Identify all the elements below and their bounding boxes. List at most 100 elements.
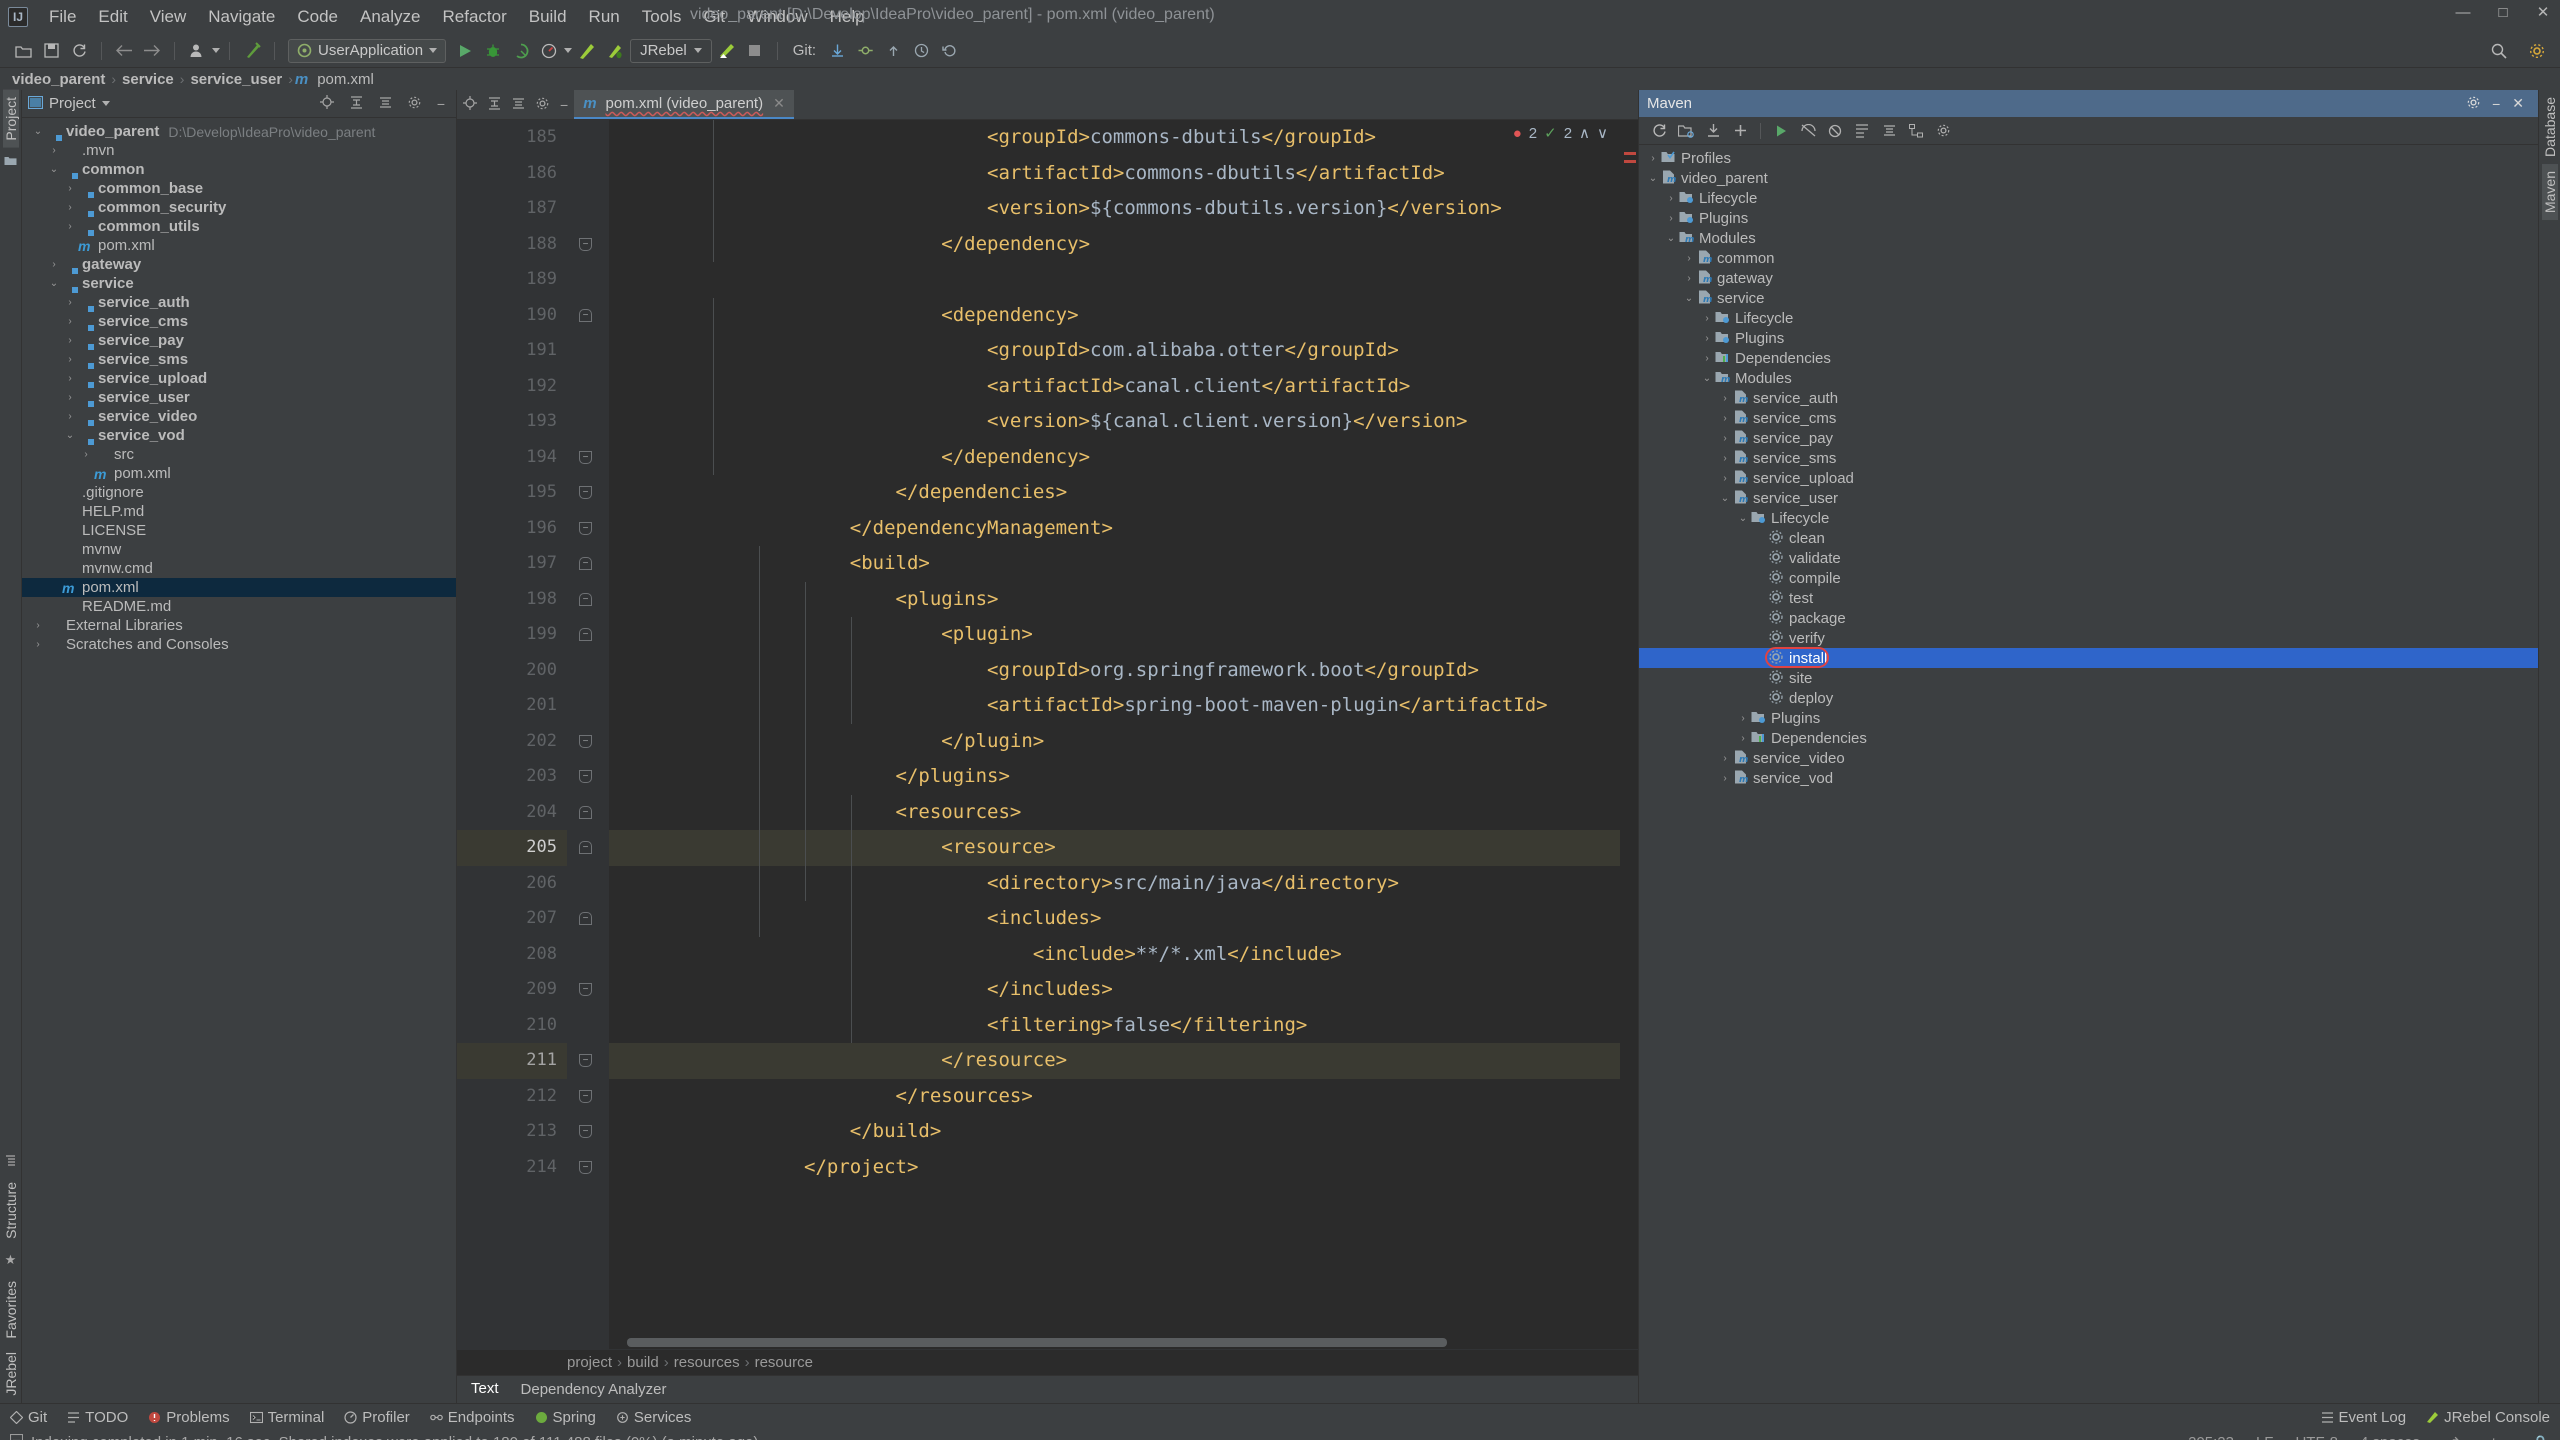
fold-end-icon[interactable]: − (579, 521, 592, 535)
fold-start-icon[interactable]: − (579, 805, 592, 819)
jrebel-debug-icon[interactable] (602, 39, 628, 63)
tree-expander[interactable]: › (46, 145, 62, 156)
code-line-213[interactable]: </build> (609, 1114, 1620, 1150)
menu-view[interactable]: View (139, 5, 198, 29)
maven-item-gateway[interactable]: › m gateway (1639, 268, 2538, 288)
status-tool-git[interactable]: Git (10, 1409, 47, 1426)
maven-item-lifecycle[interactable]: › Lifecycle (1639, 188, 2538, 208)
maven-gear-icon[interactable] (2461, 96, 2486, 112)
fold-start-icon[interactable]: − (579, 308, 592, 322)
close-button[interactable]: ✕ (2534, 4, 2552, 22)
maven-tree[interactable]: › Profiles ⌄ m video_parent › Lifecycle › Plugin… (1639, 145, 2538, 1403)
maven-expander[interactable]: › (1699, 353, 1715, 364)
maven-minimize-icon[interactable]: − (2486, 96, 2506, 112)
maven-item-lifecycle[interactable]: ⌄ Lifecycle (1639, 508, 2538, 528)
status-tool-spring[interactable]: Spring (535, 1409, 596, 1426)
maven-expander[interactable]: › (1681, 253, 1697, 264)
error-stripe-mark[interactable] (1624, 152, 1636, 155)
fold-end-icon[interactable]: − (579, 734, 592, 748)
line-separator[interactable]: LF (2256, 1434, 2274, 1440)
menu-refactor[interactable]: Refactor (431, 5, 517, 29)
code-line-185[interactable]: <groupId>commons-dbutils</groupId> (609, 120, 1620, 156)
collapse-all-icon[interactable] (374, 96, 397, 112)
maven-item-clean[interactable]: clean (1639, 528, 2538, 548)
run-icon[interactable] (452, 39, 478, 63)
rail-item-structure[interactable]: Structure (3, 1175, 19, 1246)
tree-item-gateway[interactable]: › gateway (22, 255, 456, 274)
maven-item-common[interactable]: › m common (1639, 248, 2538, 268)
fold-end-icon[interactable]: − (579, 1125, 592, 1138)
fold-start-icon[interactable]: − (579, 557, 592, 570)
maven-expander[interactable]: › (1717, 753, 1733, 764)
git-update-icon[interactable] (824, 39, 850, 63)
maven-expander[interactable]: › (1735, 713, 1751, 724)
tree-item-help-md[interactable]: HELP.md (22, 502, 456, 521)
tree-item-common-security[interactable]: › common_security (22, 198, 456, 217)
code-line-199[interactable]: <plugin> (609, 617, 1620, 653)
skip-tests-icon[interactable] (1823, 120, 1847, 142)
maven-item-plugins[interactable]: › Plugins (1639, 328, 2538, 348)
inspection-widget[interactable]: ● 2 ✓ 2 ∧ ∨ (1513, 124, 1608, 143)
maven-item-modules[interactable]: ⌄ m Modules (1639, 368, 2538, 388)
git-history-icon[interactable] (908, 39, 934, 63)
fold-end-icon[interactable]: − (579, 450, 592, 464)
status-tool-profiler[interactable]: Profiler (344, 1409, 410, 1426)
maven-item-validate[interactable]: validate (1639, 548, 2538, 568)
close-tab-icon[interactable]: ✕ (773, 95, 785, 112)
expand-all-icon[interactable] (345, 95, 368, 112)
maven-expander[interactable]: › (1735, 733, 1751, 744)
menu-code[interactable]: Code (286, 5, 349, 29)
editor-crumb-2[interactable]: resources (674, 1354, 740, 1371)
git-commit-icon[interactable] (852, 39, 878, 63)
tree-item-service-pay[interactable]: › service_pay (22, 331, 456, 350)
tree-expander[interactable]: › (62, 354, 78, 365)
stop-icon[interactable] (742, 39, 768, 63)
back-icon[interactable] (111, 39, 137, 63)
tree-expander[interactable]: › (62, 373, 78, 384)
maven-item-test[interactable]: test (1639, 588, 2538, 608)
download-sources-icon[interactable] (1701, 120, 1725, 142)
project-panel-caret[interactable] (101, 101, 110, 106)
code-line-191[interactable]: <groupId>com.alibaba.otter</groupId> (609, 333, 1620, 369)
code-line-186[interactable]: <artifactId>commons-dbutils</artifactId> (609, 156, 1620, 192)
offline-mode-icon[interactable] (1796, 120, 1820, 142)
run-configuration-selector[interactable]: UserApplication (288, 38, 447, 63)
profile-icon[interactable] (184, 39, 210, 63)
tree-expander[interactable]: › (30, 639, 46, 650)
code-line-208[interactable]: <include>**/*.xml</include> (609, 937, 1620, 973)
open-project-icon[interactable] (10, 39, 36, 63)
code-line-195[interactable]: </dependencies> (609, 475, 1620, 511)
locate-file-icon[interactable] (463, 96, 477, 113)
maven-expander[interactable]: › (1699, 333, 1715, 344)
maven-item-service-cms[interactable]: › m service_cms (1639, 408, 2538, 428)
code-line-197[interactable]: <build> (609, 546, 1620, 582)
maven-expander[interactable]: › (1717, 413, 1733, 424)
fold-end-icon[interactable]: − (579, 486, 592, 499)
fold-start-icon[interactable]: − (579, 628, 592, 641)
build-icon[interactable] (239, 39, 265, 63)
code-line-196[interactable]: </dependencyManagement> (609, 511, 1620, 547)
breadcrumb-item-2[interactable]: service_user (186, 71, 286, 88)
status-tool-problems[interactable]: Problems (148, 1409, 230, 1426)
maven-item-service-pay[interactable]: › m service_pay (1639, 428, 2538, 448)
status-tool-todo[interactable]: TODO (67, 1409, 128, 1426)
search-icon[interactable] (2486, 39, 2512, 63)
breadcrumb-item-1[interactable]: service (118, 71, 178, 88)
profiler-icon[interactable] (536, 39, 562, 63)
rail-item-jrebel[interactable]: JRebel (3, 1345, 19, 1403)
tree-expander[interactable]: › (62, 411, 78, 422)
maven-expander[interactable]: ⌄ (1717, 493, 1733, 504)
code-line-189[interactable] (609, 262, 1620, 298)
tree-expander[interactable]: ⌄ (62, 430, 78, 441)
forward-icon[interactable] (139, 39, 165, 63)
sync-icon[interactable] (66, 39, 92, 63)
code-line-188[interactable]: </dependency> (609, 227, 1620, 263)
tree-item--mvn[interactable]: › .mvn (22, 141, 456, 160)
menu-tools[interactable]: Tools (631, 5, 693, 29)
maximize-button[interactable]: □ (2494, 4, 2512, 22)
status-tool-endpoints[interactable]: Endpoints (429, 1409, 515, 1426)
prev-problem-icon[interactable]: ∧ (1579, 124, 1590, 142)
maven-item-package[interactable]: package (1639, 608, 2538, 628)
maven-expander[interactable]: ⌄ (1645, 173, 1661, 184)
run-with-coverage-icon[interactable] (508, 39, 534, 63)
